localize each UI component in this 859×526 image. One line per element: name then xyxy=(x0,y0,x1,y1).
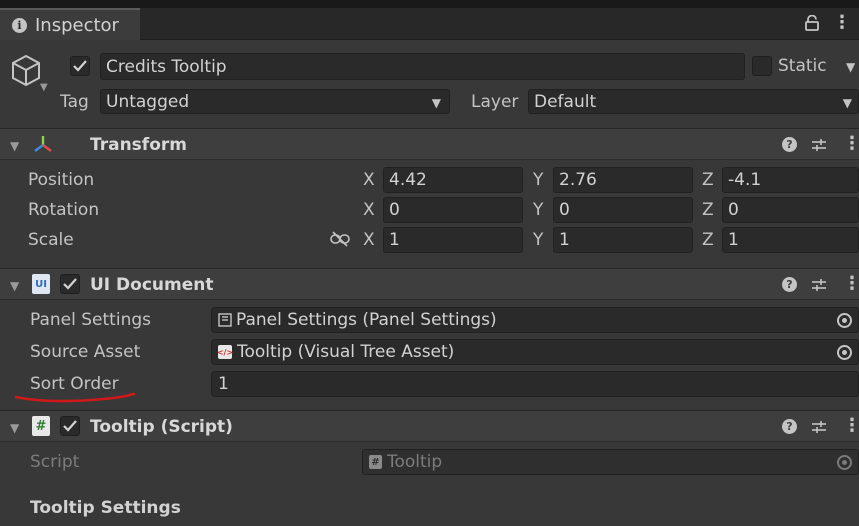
tag-value: Untagged xyxy=(106,91,190,112)
check-icon xyxy=(63,278,77,290)
constrain-proportions-link-icon[interactable] xyxy=(330,231,350,247)
ui-document-fold-icon[interactable]: ▼ xyxy=(10,279,19,293)
rotation-x-axis[interactable]: X xyxy=(363,200,375,220)
component-menu-icon[interactable]: ⋮ xyxy=(843,417,859,435)
panel-settings-label: Panel Settings xyxy=(30,310,151,330)
tooltip-script-enabled-checkbox[interactable] xyxy=(60,416,80,436)
object-picker-icon xyxy=(837,455,852,470)
scale-y-axis[interactable]: Y xyxy=(533,230,543,250)
tab-menu-icon[interactable]: ⋮ xyxy=(833,14,851,32)
lock-icon[interactable] xyxy=(805,15,819,31)
red-underline-annotation xyxy=(14,392,136,403)
static-label: Static xyxy=(778,56,827,76)
check-icon xyxy=(63,420,77,432)
panel-settings-value: Panel Settings (Panel Settings) xyxy=(236,310,497,330)
object-name-text: Credits Tooltip xyxy=(106,56,227,77)
static-checkbox[interactable] xyxy=(752,56,772,76)
ui-document-title: UI Document xyxy=(90,275,214,295)
position-y-value: 2.76 xyxy=(559,170,597,190)
position-y-axis[interactable]: Y xyxy=(533,170,543,190)
active-checkbox[interactable] xyxy=(70,56,90,76)
chevron-down-icon: ▼ xyxy=(842,96,852,110)
rotation-y-axis[interactable]: Y xyxy=(533,200,543,220)
ui-document-icon: UI xyxy=(32,274,50,294)
info-icon: i xyxy=(12,17,27,33)
layer-value: Default xyxy=(534,91,597,112)
script-asset-icon: # xyxy=(369,455,382,469)
rotation-z-axis[interactable]: Z xyxy=(702,200,714,220)
scale-z-axis[interactable]: Z xyxy=(702,230,714,250)
rotation-x-input[interactable]: 0 xyxy=(383,197,523,223)
layer-dropdown[interactable]: Default ▼ xyxy=(528,89,859,114)
transform-fold-icon[interactable]: ▼ xyxy=(10,139,19,153)
tab-actions: ⋮ xyxy=(805,14,851,32)
tab-inspector[interactable]: i Inspector xyxy=(0,8,140,40)
scale-z-value: 1 xyxy=(728,230,739,250)
layer-label: Layer xyxy=(471,92,519,112)
sort-order-label: Sort Order xyxy=(30,374,119,394)
position-label: Position xyxy=(28,170,95,190)
gameobject-cube-icon xyxy=(12,54,40,87)
object-name-input[interactable]: Credits Tooltip xyxy=(100,53,745,80)
object-picker-icon[interactable] xyxy=(837,313,852,328)
check-icon xyxy=(73,60,87,72)
ui-document-icon-text: UI xyxy=(35,278,47,290)
window-top-strip xyxy=(0,0,859,8)
sort-order-input[interactable]: 1 xyxy=(211,371,859,397)
rotation-y-input[interactable]: 0 xyxy=(553,197,693,223)
scale-label: Scale xyxy=(28,230,74,250)
static-dropdown-icon[interactable]: ▼ xyxy=(846,60,855,74)
tab-inspector-label: Inspector xyxy=(35,14,119,36)
source-asset-field[interactable]: </> Tooltip (Visual Tree Asset) xyxy=(211,339,859,365)
scale-y-input[interactable]: 1 xyxy=(553,227,693,253)
panel-settings-asset-icon xyxy=(218,313,232,327)
rotation-z-input[interactable]: 0 xyxy=(722,197,859,223)
chevron-down-icon: ▼ xyxy=(431,96,441,110)
csharp-script-icon: # xyxy=(32,416,50,436)
position-x-input[interactable]: 4.42 xyxy=(383,167,523,193)
ui-document-enabled-checkbox[interactable] xyxy=(60,274,80,294)
scale-x-input[interactable]: 1 xyxy=(383,227,523,253)
help-icon[interactable]: ? xyxy=(782,419,797,434)
tooltip-script-title: Tooltip (Script) xyxy=(90,417,233,437)
position-z-value: -4.1 xyxy=(728,170,762,190)
scale-y-value: 1 xyxy=(559,230,570,250)
position-x-value: 4.42 xyxy=(389,170,427,190)
script-label: Script xyxy=(30,452,80,472)
component-menu-icon[interactable]: ⋮ xyxy=(843,275,859,293)
object-picker-icon[interactable] xyxy=(837,345,852,360)
tooltip-script-fold-icon[interactable]: ▼ xyxy=(10,421,19,435)
uxml-asset-icon: </> xyxy=(217,345,233,359)
position-z-input[interactable]: -4.1 xyxy=(722,167,859,193)
component-menu-icon[interactable]: ⋮ xyxy=(843,135,859,153)
position-x-axis[interactable]: X xyxy=(363,170,375,190)
icon-dropdown-icon[interactable]: ▼ xyxy=(40,82,48,93)
transform-icon xyxy=(34,136,52,152)
position-y-input[interactable]: 2.76 xyxy=(553,167,693,193)
presets-icon[interactable] xyxy=(811,137,827,153)
script-field: # Tooltip xyxy=(362,449,859,475)
presets-icon[interactable] xyxy=(811,277,827,293)
help-icon[interactable]: ? xyxy=(782,137,797,152)
presets-icon[interactable] xyxy=(811,419,827,435)
tag-label: Tag xyxy=(60,92,89,112)
script-value: Tooltip xyxy=(387,452,443,472)
rotation-label: Rotation xyxy=(28,200,100,220)
tag-dropdown[interactable]: Untagged ▼ xyxy=(100,89,450,114)
position-z-axis[interactable]: Z xyxy=(702,170,714,190)
rotation-y-value: 0 xyxy=(559,200,570,220)
source-asset-label: Source Asset xyxy=(30,342,141,362)
scale-x-axis[interactable]: X xyxy=(363,230,375,250)
panel-settings-field[interactable]: Panel Settings (Panel Settings) xyxy=(211,307,859,333)
source-asset-value: Tooltip (Visual Tree Asset) xyxy=(237,342,455,362)
help-icon[interactable]: ? xyxy=(782,277,797,292)
sort-order-value: 1 xyxy=(218,374,229,394)
tooltip-settings-header: Tooltip Settings xyxy=(30,498,181,518)
transform-title: Transform xyxy=(90,135,187,155)
rotation-x-value: 0 xyxy=(389,200,400,220)
scale-z-input[interactable]: 1 xyxy=(722,227,859,253)
rotation-z-value: 0 xyxy=(728,200,739,220)
scale-x-value: 1 xyxy=(389,230,400,250)
